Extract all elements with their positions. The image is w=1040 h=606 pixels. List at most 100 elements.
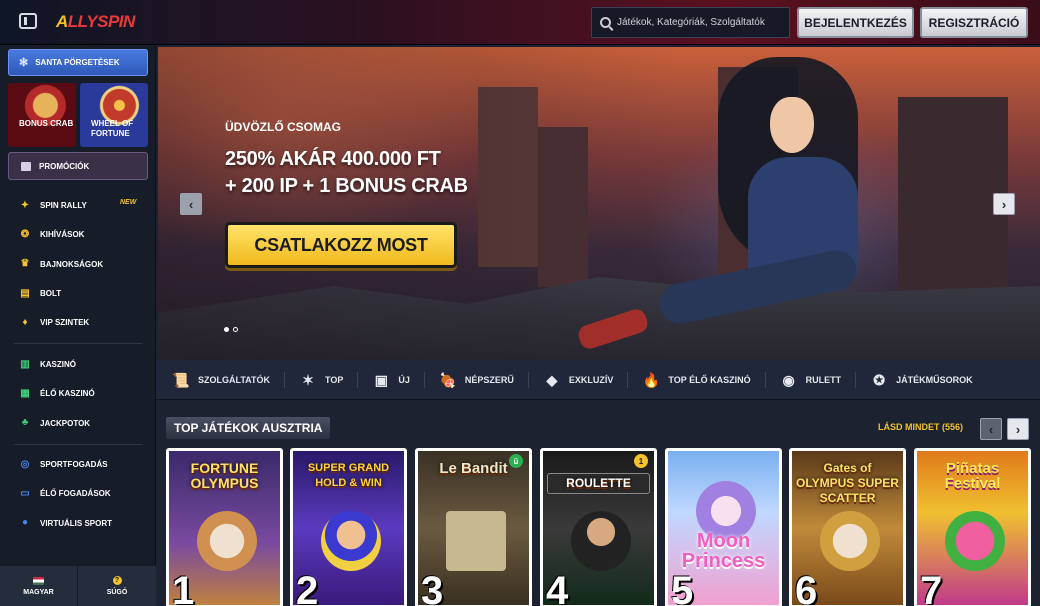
roulette-icon: ◉ [782, 371, 795, 388]
game-title: Piñatas Festival [944, 460, 1001, 492]
category-tab[interactable]: 🔥 TOP ÉLŐ KASZINÓ [642, 371, 751, 389]
category-tab[interactable]: ◉ RULETT [780, 371, 841, 389]
top-games-section: TOP JÁTÉKOK AUSZTRIA LÁSD MINDET (556) ‹… [156, 400, 1040, 606]
hero-headline-line: 250% AKÁR 400.000 FT [225, 148, 441, 170]
game-art [571, 511, 631, 571]
games-next-button[interactable]: › [1007, 418, 1029, 440]
sidebar-item-jackpots[interactable]: ♣ JACKPOTOK [0, 409, 156, 438]
hero-banner[interactable]: ÜDVÖZLŐ CSOMAG 250% AKÁR 400.000 FT + 20… [158, 47, 1040, 360]
game-rank: 2 [296, 569, 319, 606]
help-button[interactable]: ? SÚGÓ [78, 566, 156, 606]
sidebar-item-tournaments[interactable]: ♛ BAJNOKSÁGOK [0, 250, 156, 279]
category-label: ÚJ [398, 374, 410, 385]
nav-group-rewards: ✦ SPIN RALLY NEW ❂ KIHÍVÁSOK ♛ BAJNOKSÁG… [0, 191, 156, 337]
sidebar-item-live-casino[interactable]: ▦ ÉLŐ KASZINÓ [0, 379, 156, 408]
category-label: TOP [325, 374, 344, 385]
login-button[interactable]: Bejelentkezés [797, 7, 914, 38]
sidebar-divider [14, 444, 142, 445]
sidebar: ✻ SANTA PÖRGETÉSEK BONUS CRAB WHEEL OF F… [0, 45, 156, 606]
sidebar-item-virtual-sports[interactable]: ● VIRTUÁLIS SPORT [0, 509, 156, 538]
chevron-right-icon: › [1015, 421, 1021, 437]
sidebar-item-vip[interactable]: ♦ VIP SZINTEK [0, 308, 156, 337]
allyspin-logo[interactable]: ALLYSPIN [56, 12, 135, 32]
category-separator [357, 371, 359, 388]
join-now-button[interactable]: CSATLAKOZZ MOST [225, 222, 457, 268]
game-rank: 7 [920, 569, 943, 606]
clover-icon: ♣ [21, 417, 29, 429]
live-tv-icon: ▭ [20, 487, 30, 499]
sidebar-item-label: SPORTFOGADÁS [40, 460, 108, 470]
game-card[interactable]: ROULETTE 1 4 [540, 448, 657, 606]
diamond-icon: ♦ [22, 316, 28, 328]
game-art [197, 511, 257, 571]
sidebar-item-spin-rally[interactable]: ✦ SPIN RALLY NEW [0, 191, 156, 220]
sidebar-item-casino[interactable]: ▥ KASZINÓ [0, 350, 156, 379]
hero-headline-line: + 200 IP + 1 BONUS CRAB [225, 175, 468, 197]
game-card[interactable]: SUPER GRAND HOLD & WIN 2 [290, 448, 407, 606]
promotions-button[interactable]: PROMÓCIÓK [8, 152, 148, 180]
help-icon: ? [112, 576, 122, 585]
santa-spins-label: SANTA PÖRGETÉSEK [35, 58, 120, 67]
slide-dots [224, 327, 238, 332]
hero-next-button[interactable]: › [993, 193, 1015, 215]
game-art [820, 511, 880, 571]
game-title: Moon Princess [681, 530, 766, 572]
sidebar-item-label: ÉLŐ KASZINÓ [40, 389, 95, 399]
chevron-right-icon: › [1001, 196, 1007, 212]
promotions-label: PROMÓCIÓK [39, 161, 90, 171]
sidebar-item-sports-betting[interactable]: ◎ SPORTFOGADÁS [0, 450, 156, 479]
sidebar-toggle-icon[interactable] [19, 13, 37, 29]
category-tab[interactable]: 🍖 NÉPSZERŰ [439, 371, 514, 389]
games-prev-button[interactable]: ‹ [980, 418, 1002, 440]
snowflake-icon: ✻ [19, 57, 29, 69]
sidebar-item-label: KIHÍVÁSOK [40, 230, 85, 240]
chevron-left-icon: ‹ [188, 196, 194, 212]
category-tab[interactable]: ▣ ÚJ [372, 371, 410, 389]
game-rank: 5 [671, 569, 694, 606]
category-tab[interactable]: 📜 SZOLGÁLTATÓK [172, 371, 270, 389]
see-all-link[interactable]: LÁSD MINDET (556) [878, 422, 963, 432]
game-card[interactable]: Le Bandit ü 3 [415, 448, 532, 606]
game-card[interactable]: Gates of OLYMPUS SUPER SCATTER 6 [789, 448, 906, 606]
star-icon: ✶ [302, 371, 314, 388]
sidebar-item-label: VIRTUÁLIS SPORT [40, 518, 113, 528]
game-card[interactable]: Moon Princess 5 [665, 448, 782, 606]
wheel-of-fortune-label: WHEEL OF FORTUNE [91, 119, 134, 138]
live-cards-icon: ▦ [20, 387, 30, 399]
language-label: MAGYAR [23, 588, 54, 596]
game-rank: 1 [172, 569, 195, 606]
hero-character-face [770, 97, 814, 153]
search-input[interactable] [617, 17, 787, 28]
game-rank: 3 [421, 569, 444, 606]
game-card[interactable]: FORTUNE OLYMPUS 1 [166, 448, 283, 606]
register-button[interactable]: Regisztráció [920, 7, 1028, 38]
bonus-crab-tile[interactable]: BONUS CRAB [8, 83, 76, 147]
slide-dot[interactable] [233, 327, 238, 332]
language-selector[interactable]: MAGYAR [0, 566, 78, 606]
sidebar-item-challenges[interactable]: ❂ KIHÍVÁSOK [0, 220, 156, 249]
category-tab[interactable]: ✪ JÁTÉKMŰSOROK [870, 371, 972, 389]
search-box[interactable] [591, 7, 790, 38]
category-label: SZOLGÁLTATÓK [198, 374, 270, 385]
top-header: ALLYSPIN Bejelentkezés Regisztráció [0, 0, 1040, 45]
category-label: EXKLUZÍV [568, 374, 614, 385]
sidebar-item-live-betting[interactable]: ▭ ÉLŐ FOGADÁSOK [0, 479, 156, 508]
new-badge: NEW [120, 199, 137, 206]
nav-group-casino: ▥ KASZINÓ ▦ ÉLŐ KASZINÓ ♣ JACKPOTOK [0, 350, 156, 438]
slot-machine-icon: ▥ [20, 358, 30, 370]
section-title: TOP JÁTÉKOK AUSZTRIA [166, 417, 331, 439]
scroll-icon: 📜 [172, 371, 190, 388]
category-tab[interactable]: ◆ EXKLUZÍV [543, 371, 614, 389]
game-title: ROULETTE [547, 473, 650, 494]
game-card[interactable]: Piñatas Festival 7 [914, 448, 1031, 606]
sidebar-item-shop[interactable]: ▤ BOLT [0, 279, 156, 308]
slide-dot[interactable] [224, 327, 229, 332]
category-tab[interactable]: ✶ TOP [299, 371, 343, 389]
hero-prev-button[interactable]: ‹ [180, 193, 202, 215]
santa-spins-button[interactable]: ✻ SANTA PÖRGETÉSEK [8, 49, 148, 76]
wheel-of-fortune-tile[interactable]: WHEEL OF FORTUNE [80, 83, 148, 147]
hero-kicker: ÜDVÖZLŐ CSOMAG [225, 120, 341, 134]
game-art [945, 511, 1005, 571]
game-title: Gates of OLYMPUS SUPER SCATTER [796, 461, 899, 505]
meat-icon: 🍖 [439, 371, 457, 388]
